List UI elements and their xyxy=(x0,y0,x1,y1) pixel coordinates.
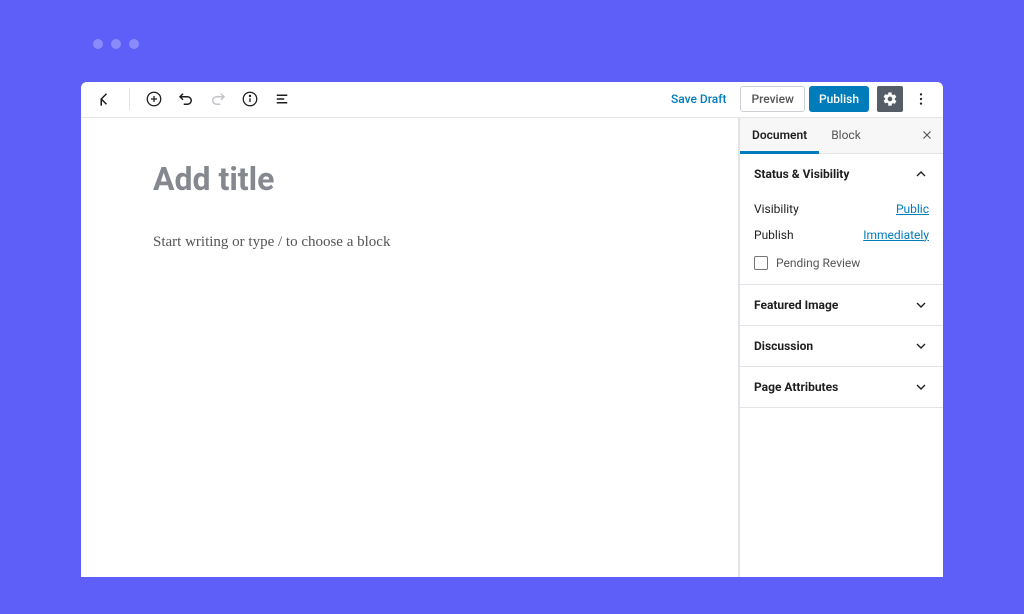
visibility-label: Visibility xyxy=(754,202,799,216)
panel-title: Page Attributes xyxy=(754,380,838,394)
panel-title: Featured Image xyxy=(754,298,838,312)
panel-page-attributes-header[interactable]: Page Attributes xyxy=(740,367,943,407)
preview-button[interactable]: Preview xyxy=(740,86,805,112)
pending-review-label: Pending Review xyxy=(776,256,860,270)
chevron-down-icon xyxy=(913,379,929,395)
back-icon[interactable] xyxy=(91,85,119,113)
add-block-icon[interactable] xyxy=(140,85,168,113)
chevron-up-icon xyxy=(913,166,929,182)
chevron-down-icon xyxy=(913,297,929,313)
body-input-placeholder[interactable]: Start writing or type / to choose a bloc… xyxy=(153,234,666,251)
panel-title: Discussion xyxy=(754,339,813,353)
settings-sidebar: Document Block Status & Visibility xyxy=(739,118,943,577)
window-traffic-lights xyxy=(93,39,139,49)
chevron-down-icon xyxy=(913,338,929,354)
top-toolbar: Save Draft Preview Publish xyxy=(81,82,943,118)
outline-icon[interactable] xyxy=(268,85,296,113)
editor-window: Save Draft Preview Publish Add title Sta… xyxy=(81,82,943,577)
save-draft-button[interactable]: Save Draft xyxy=(661,86,737,112)
undo-icon[interactable] xyxy=(172,85,200,113)
panel-status-header[interactable]: Status & Visibility xyxy=(740,154,943,194)
panel-title: Status & Visibility xyxy=(754,167,849,181)
publish-value-link[interactable]: Immediately xyxy=(863,228,929,242)
panel-discussion-header[interactable]: Discussion xyxy=(740,326,943,366)
settings-gear-icon[interactable] xyxy=(877,86,903,112)
title-input-placeholder[interactable]: Add title xyxy=(153,160,666,198)
tab-block[interactable]: Block xyxy=(819,118,873,153)
redo-icon xyxy=(204,85,232,113)
more-options-icon[interactable] xyxy=(907,85,935,113)
info-icon[interactable] xyxy=(236,85,264,113)
tab-document[interactable]: Document xyxy=(740,118,819,153)
pending-review-checkbox[interactable] xyxy=(754,256,768,270)
publish-label: Publish xyxy=(754,228,794,242)
publish-button[interactable]: Publish xyxy=(809,86,869,112)
editor-canvas[interactable]: Add title Start writing or type / to cho… xyxy=(81,118,739,577)
close-sidebar-icon[interactable] xyxy=(911,128,943,142)
panel-featured-image-header[interactable]: Featured Image xyxy=(740,285,943,325)
panel-status-visibility: Status & Visibility Visibility Public Pu… xyxy=(740,154,943,285)
visibility-value-link[interactable]: Public xyxy=(896,202,929,216)
